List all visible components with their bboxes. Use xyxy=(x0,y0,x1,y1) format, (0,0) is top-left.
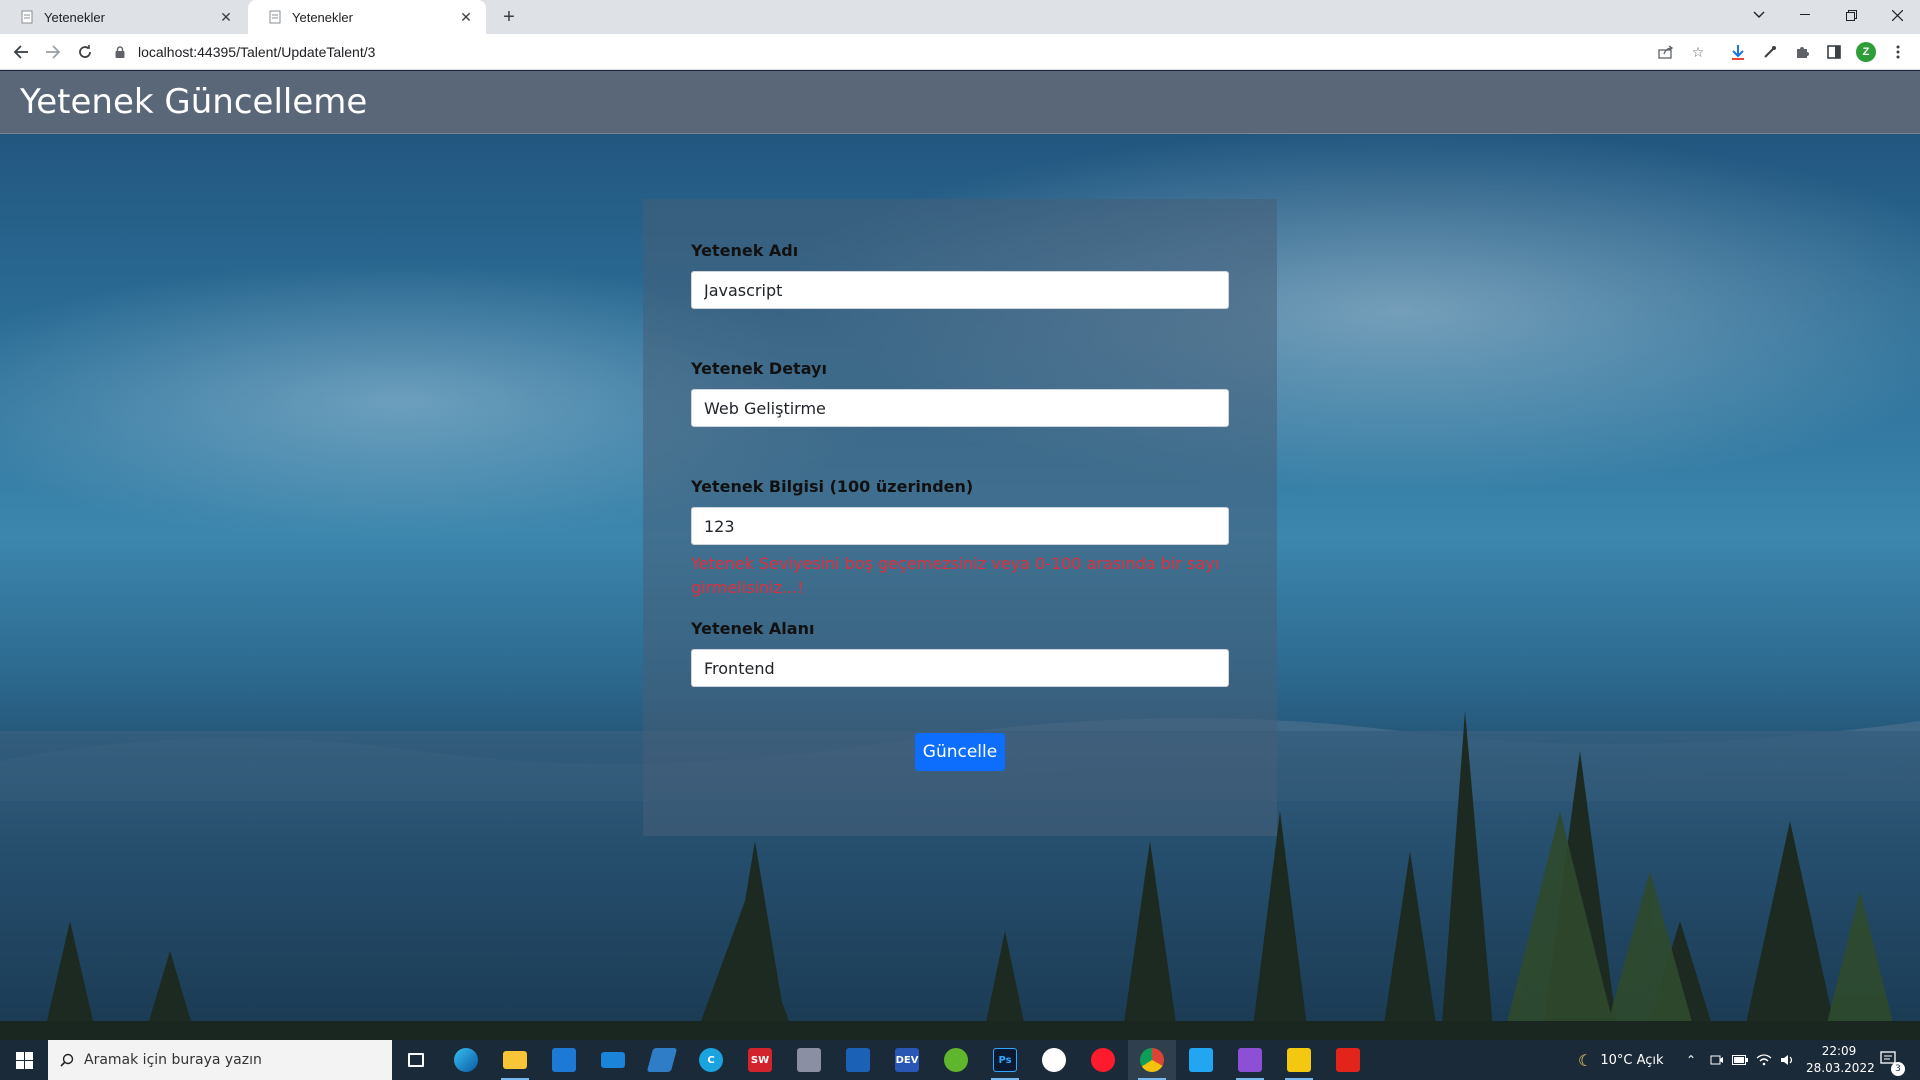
forward-button[interactable] xyxy=(39,38,67,66)
search-icon xyxy=(60,1053,74,1067)
new-tab-button[interactable]: + xyxy=(496,5,522,29)
azure-data-studio-icon[interactable] xyxy=(638,1040,686,1080)
talent-level-error: Yetenek Seviyesini boş geçemezsiniz veya… xyxy=(691,554,1220,597)
chrome-icon[interactable] xyxy=(1128,1040,1176,1080)
page-viewport: Yetenek Güncelleme Yetenek Adı Yetenek D… xyxy=(0,71,1920,1040)
address-url: localhost:44395/Talent/UpdateTalent/3 xyxy=(138,44,376,60)
update-talent-form: Yetenek Adı Yetenek Detayı Yetenek Bilgi… xyxy=(643,199,1277,836)
clock-time: 22:09 xyxy=(1821,1044,1857,1058)
green-app-icon[interactable] xyxy=(932,1040,980,1080)
talent-name-label: Yetenek Adı xyxy=(691,241,799,260)
edge-icon[interactable] xyxy=(442,1040,490,1080)
address-bar[interactable]: localhost:44395/Talent/UpdateTalent/3 xyxy=(110,37,1700,67)
taskbar-clock[interactable]: 22:09 28.03.2022 xyxy=(1806,1043,1875,1077)
page-favicon-icon xyxy=(20,10,34,24)
talent-area-input[interactable] xyxy=(691,649,1229,687)
weather-text: 10°C Açık xyxy=(1600,1052,1664,1068)
visual-studio-icon[interactable] xyxy=(1226,1040,1274,1080)
tab-title: Yetenekler xyxy=(44,9,105,25)
talent-detail-label: Yetenek Detayı xyxy=(691,359,827,378)
circle-app-icon[interactable] xyxy=(1030,1040,1078,1080)
talent-level-input[interactable] xyxy=(691,507,1229,545)
eyedropper-extension-icon[interactable] xyxy=(1758,40,1782,64)
moon-icon: ☾ xyxy=(1578,1050,1593,1070)
battery-icon[interactable] xyxy=(1732,1040,1748,1080)
extensions-puzzle-icon[interactable] xyxy=(1790,40,1814,64)
opera-icon[interactable] xyxy=(1079,1040,1127,1080)
restore-button[interactable] xyxy=(1828,0,1874,30)
talent-detail-input[interactable] xyxy=(691,389,1229,427)
clock-date: 28.03.2022 xyxy=(1806,1061,1875,1075)
file-explorer-icon[interactable] xyxy=(491,1040,539,1080)
lock-icon[interactable] xyxy=(110,46,130,58)
talent-level-label: Yetenek Bilgisi (100 üzerinden) xyxy=(691,477,974,496)
back-button[interactable] xyxy=(7,38,35,66)
sql-server-management-studio-icon[interactable] xyxy=(785,1040,833,1080)
ccleaner-icon[interactable]: C xyxy=(687,1040,735,1080)
tab-close-icon[interactable]: ✕ xyxy=(218,9,234,25)
profile-avatar[interactable]: Z xyxy=(1856,42,1876,62)
notification-center-icon[interactable]: 3 xyxy=(1880,1040,1905,1080)
browser-toolbar: localhost:44395/Talent/UpdateTalent/3 ☆ … xyxy=(0,34,1920,70)
photoshop-icon[interactable]: Ps xyxy=(981,1040,1029,1080)
page-favicon-icon xyxy=(268,10,282,24)
windows-taskbar: Aramak için buraya yazın C SW DEV Ps ☾ 1… xyxy=(0,1040,1920,1080)
weather-widget[interactable]: ☾ 10°C Açık xyxy=(1578,1040,1664,1080)
tray-chevron-icon[interactable]: ⌃ xyxy=(1686,1040,1696,1080)
bookmark-star-icon[interactable]: ☆ xyxy=(1686,40,1710,64)
vscode-icon[interactable] xyxy=(1177,1040,1225,1080)
acrobat-icon[interactable] xyxy=(1324,1040,1372,1080)
browser-tab-1[interactable]: Yetenekler ✕ xyxy=(0,0,246,34)
tab-close-icon[interactable]: ✕ xyxy=(458,9,474,25)
side-panel-icon[interactable] xyxy=(1822,40,1846,64)
taskbar-search-box[interactable]: Aramak için buraya yazın xyxy=(48,1040,392,1080)
tab-search-icon[interactable] xyxy=(1736,0,1782,30)
virtualbox-icon[interactable] xyxy=(834,1040,882,1080)
browser-tab-2[interactable]: Yetenekler ✕ xyxy=(248,0,486,34)
minimize-button[interactable] xyxy=(1782,0,1828,30)
talent-name-input[interactable] xyxy=(691,271,1229,309)
download-icon[interactable] xyxy=(1726,40,1750,64)
talent-area-label: Yetenek Alanı xyxy=(691,619,815,638)
page-title: Yetenek Güncelleme xyxy=(20,82,368,122)
page-header: Yetenek Güncelleme xyxy=(0,71,1920,134)
solidworks-icon[interactable]: SW xyxy=(736,1040,784,1080)
mail-icon[interactable] xyxy=(589,1040,637,1080)
browser-tabstrip: Yetenekler ✕ Yetenekler ✕ + xyxy=(0,0,1920,34)
tab-title: Yetenekler xyxy=(292,9,353,25)
power-bi-icon[interactable] xyxy=(1275,1040,1323,1080)
microsoft-store-icon[interactable] xyxy=(540,1040,588,1080)
windows-start-button[interactable] xyxy=(0,1040,48,1080)
search-placeholder: Aramak için buraya yazın xyxy=(84,1052,262,1068)
browser-menu-icon[interactable] xyxy=(1886,40,1910,64)
update-button[interactable]: Güncelle xyxy=(915,733,1005,771)
meet-now-icon[interactable] xyxy=(1710,1040,1724,1080)
close-window-button[interactable] xyxy=(1874,0,1920,30)
reload-button[interactable] xyxy=(71,38,99,66)
wifi-icon[interactable] xyxy=(1756,1040,1772,1080)
dev-cpp-icon[interactable]: DEV xyxy=(883,1040,931,1080)
windows-logo-icon xyxy=(15,1051,33,1069)
share-icon[interactable] xyxy=(1654,40,1678,64)
task-view-icon[interactable] xyxy=(392,1040,440,1080)
volume-icon[interactable] xyxy=(1780,1040,1796,1080)
notification-count-badge: 3 xyxy=(1891,1062,1905,1076)
